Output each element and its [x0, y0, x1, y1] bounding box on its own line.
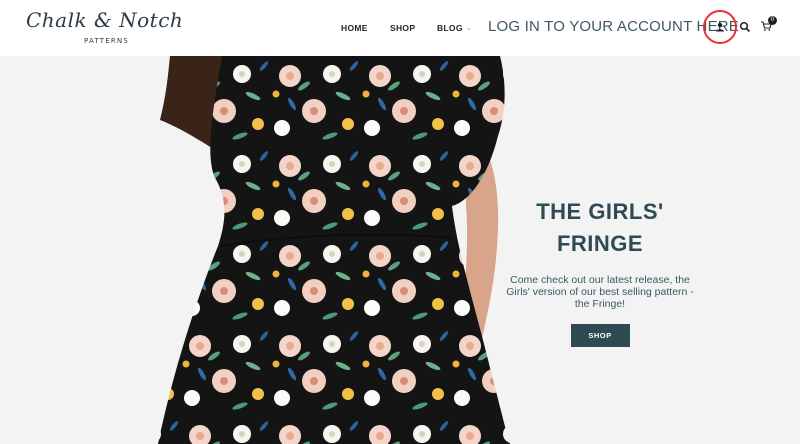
account-button[interactable] [703, 10, 737, 44]
user-icon [716, 22, 724, 32]
promo-title-line1: THE GIRLS' [536, 199, 664, 224]
login-prompt[interactable]: LOG IN TO YOUR ACCOUNT HERE [488, 18, 739, 35]
promo-description: Come check out our latest release, the G… [506, 274, 694, 310]
promo-title-line2: FRINGE [556, 231, 644, 256]
hero-banner: THE GIRLS' FRINGE Come check out our lat… [0, 56, 800, 444]
logo-subtitle: PATTERNS [84, 37, 130, 45]
site-header: Chalk & Notch PATTERNS HOME SHOP BLOG ⌄ … [0, 0, 800, 56]
chevron-down-icon: ⌄ [465, 25, 472, 32]
nav-blog-link[interactable]: BLOG [437, 23, 463, 33]
search-icon[interactable] [739, 21, 751, 33]
nav-item-shop[interactable]: SHOP [390, 0, 415, 56]
nav-item-blog[interactable]: BLOG ⌄ [437, 0, 472, 56]
shop-button[interactable]: SHOP [570, 324, 630, 347]
promo-title: THE GIRLS' FRINGE [505, 196, 695, 260]
logo[interactable]: Chalk & Notch PATTERNS [26, 8, 183, 48]
nav-item-home[interactable]: HOME [341, 0, 368, 56]
promo-block: THE GIRLS' FRINGE Come check out our lat… [505, 196, 695, 347]
logo-script: Chalk & Notch [26, 8, 184, 32]
cart-count-badge: 0 [768, 16, 777, 25]
nav-home-link[interactable]: HOME [341, 23, 368, 33]
nav-shop-link[interactable]: SHOP [390, 23, 415, 33]
